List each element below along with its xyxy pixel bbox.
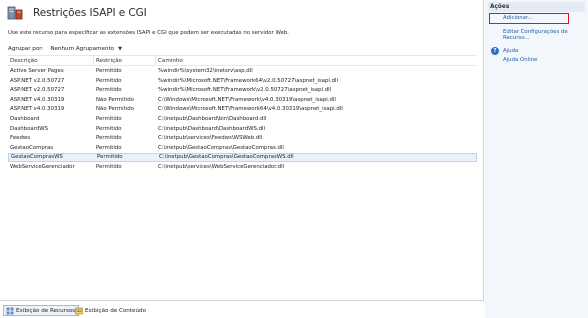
table-row[interactable]: ASP.NET v4.0.30319 Não Permitido C:\Window…: [8, 96, 477, 105]
content-view-tab[interactable]: Exibição de Conteúdo: [73, 305, 149, 316]
cell-restriction: Não Permitido: [96, 96, 134, 103]
page-description: Use este recurso para especificar as ext…: [8, 30, 289, 36]
cell-path: C:\inetpub\services\Feedws\WSWeb.dll: [158, 135, 263, 142]
cell-description: Active Server Pages: [10, 68, 64, 74]
cell-description: WebServiceGerenciador: [10, 164, 75, 170]
cell-path: %windir%\Microsoft.NET\Framework\v2.0.50…: [158, 87, 332, 94]
table-header: Descrição Restrição Caminho: [8, 55, 477, 66]
cell-path: C:\inetpub\GestaoCompras\GestaoCompras.d…: [158, 144, 284, 151]
cell-description: ASP.NET v4.0.30319: [10, 106, 65, 113]
cell-description: Dashboard: [10, 116, 40, 122]
chevron-down-icon: ▼: [118, 45, 122, 52]
features-view-label: Exibição de Recursos: [16, 307, 76, 314]
table-row[interactable]: GestaoCompras Permitido C:\inetpub\GestaoC…: [8, 144, 477, 153]
column-header-description[interactable]: Descrição: [8, 56, 94, 66]
cell-path: C:\inetpub\services\WebServiceGerenciado…: [158, 164, 285, 170]
edit-feature-settings-link[interactable]: Editar Configurações de Recurso...: [503, 29, 585, 41]
cell-path: C:\Windows\Microsoft.NET\Framework64\v4.…: [158, 106, 343, 113]
cell-restriction: Permitido: [96, 87, 122, 94]
table-row[interactable]: ASP.NET v4.0.30319 Não Permitido C:\Window…: [8, 105, 477, 114]
cell-description: Feedws: [10, 135, 31, 142]
features-view-icon: [6, 307, 14, 315]
cell-description: ASP.NET v4.0.30319: [10, 96, 65, 103]
group-by-dropdown[interactable]: Nenhum Agrupamento ▼: [46, 44, 126, 54]
table-row[interactable]: Feedws Permitido C:\inetpub\services\Feedw…: [8, 134, 477, 143]
table-row[interactable]: WebServiceGerenciador Permitido C:\inetpub…: [8, 163, 477, 172]
page-title: Restrições ISAPI e CGI: [33, 7, 147, 19]
cell-path: %windir%\Microsoft.NET\Framework64\v2.0.…: [158, 77, 339, 84]
column-header-path[interactable]: Caminho: [156, 56, 477, 66]
content-view-label: Exibição de Conteúdo: [85, 307, 147, 314]
actions-title: Ações: [488, 2, 585, 12]
cell-restriction: Permitido: [96, 144, 122, 151]
actions-panel: Ações Adicionar... Editar Configurações …: [485, 0, 588, 318]
features-view-tab[interactable]: Exibição de Recursos: [3, 305, 80, 316]
table-row[interactable]: Dashboard Permitido C:\inetpub\Dashboard\b…: [8, 115, 477, 124]
cell-restriction: Permitido: [96, 77, 122, 84]
cell-restriction: Permitido: [96, 125, 122, 132]
cell-path: C:\inetpub\Dashboard\DashboardWS.dll: [158, 125, 266, 132]
page-header: Restrições ISAPI e CGI: [0, 0, 484, 26]
help-icon: ?: [491, 47, 499, 55]
cell-restriction: Não Permitido: [96, 106, 134, 113]
cell-restriction: Permitido: [96, 164, 122, 170]
view-switcher-bar: Exibição de Recursos Exibição de Conteúd…: [0, 300, 484, 318]
cell-description: ASP.NET v2.0.50727: [10, 77, 65, 84]
table-row[interactable]: ASP.NET v2.0.50727 Permitido %windir%\Micr…: [8, 77, 477, 86]
help-link[interactable]: Ajuda: [503, 48, 518, 54]
cell-restriction: Permitido: [96, 68, 122, 74]
cell-description: DashboardWS: [10, 125, 48, 132]
cell-path: C:\inetpub\Dashboard\bin\Dashboard.dll: [158, 116, 267, 122]
content-view-icon: [75, 307, 83, 315]
add-action-link[interactable]: Adicionar...: [489, 13, 569, 24]
group-by-value: Nenhum Agrupamento: [50, 45, 115, 52]
online-help-link[interactable]: Ajuda Online: [503, 57, 537, 63]
table-row[interactable]: DashboardWS Permitido C:\inetpub\Dashboard…: [8, 125, 477, 134]
cell-description: ASP.NET v2.0.50727: [10, 87, 65, 94]
cell-path: C:\Windows\Microsoft.NET\Framework\v4.0.…: [158, 96, 336, 103]
table-row[interactable]: Active Server Pages Permitido %windir%\sys…: [8, 67, 477, 76]
cell-restriction: Permitido: [96, 135, 122, 142]
table-row[interactable]: ASP.NET v2.0.50727 Permitido %windir%\Micr…: [8, 86, 477, 95]
cell-restriction: Permitido: [96, 116, 122, 122]
column-header-restriction[interactable]: Restrição: [94, 56, 156, 66]
group-by-bar: Agrupar por: Nenhum Agrupamento ▼: [8, 43, 126, 54]
main-panel: Restrições ISAPI e CGI Use este recurso …: [0, 0, 484, 300]
table-row[interactable]: GestaoComprasWS Permitido C:\inetpub\Gesta…: [8, 153, 477, 163]
cell-path: %windir%\system32\inetsrv\asp.dll: [158, 68, 253, 74]
group-by-label: Agrupar por:: [8, 45, 44, 52]
cell-description: GestaoCompras: [10, 144, 54, 151]
isapi-cgi-icon: [7, 5, 23, 21]
restrictions-table: Descrição Restrição Caminho Active Serve…: [8, 55, 477, 299]
